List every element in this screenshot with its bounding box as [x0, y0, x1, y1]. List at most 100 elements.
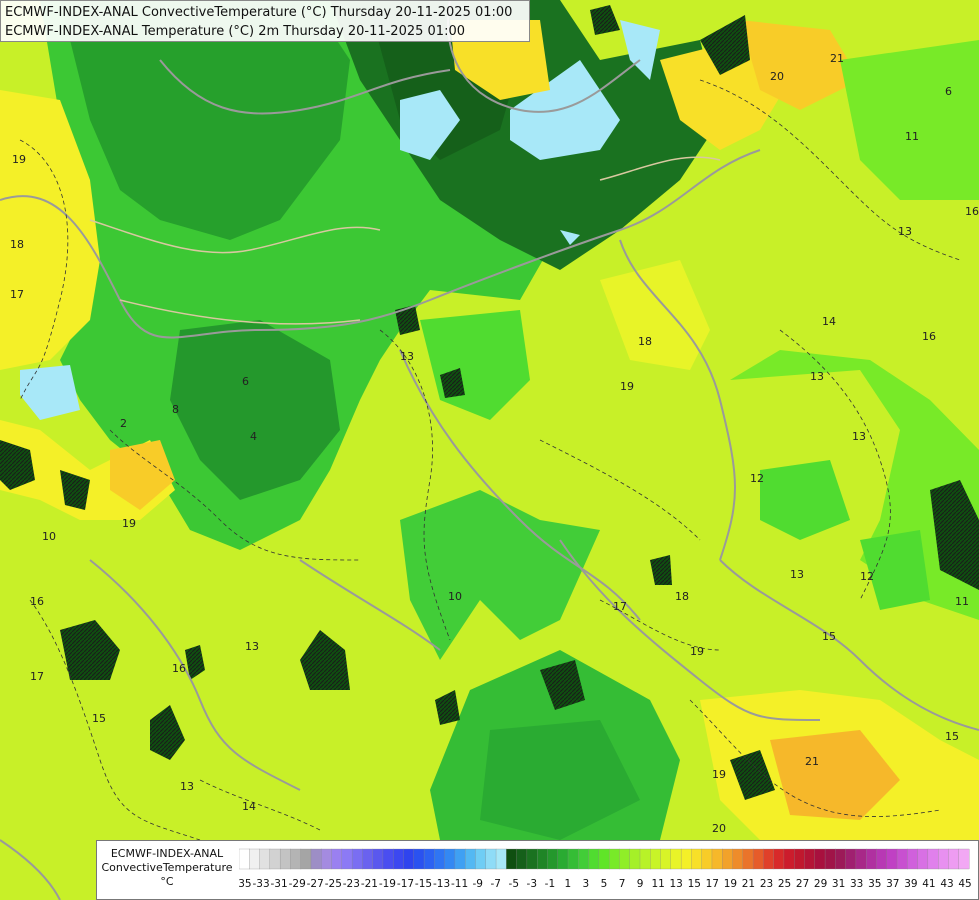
legend-swatch — [639, 848, 651, 870]
legend-model: ECMWF-INDEX-ANAL — [110, 847, 224, 860]
isotherm-label: 11 — [905, 130, 919, 143]
legend-swatch — [310, 848, 322, 870]
isotherm-label: 16 — [922, 330, 936, 343]
legend-swatch — [650, 848, 661, 870]
isotherm-label: 10 — [448, 590, 462, 603]
legend-swatch — [588, 848, 600, 870]
legend-swatch — [403, 848, 415, 870]
legend-swatch — [742, 848, 754, 870]
legend-tick-label: 17 — [706, 878, 719, 890]
legend-tick-label: -35 — [239, 878, 252, 890]
legend-swatch — [619, 848, 631, 870]
legend-tick-label: 11 — [652, 878, 665, 890]
legend-swatch — [711, 848, 723, 870]
legend-swatch — [732, 848, 744, 870]
legend-swatch — [516, 848, 528, 870]
legend-swatch — [444, 848, 456, 870]
legend-swatch — [866, 848, 877, 870]
isotherm-label: 12 — [750, 472, 764, 485]
legend-swatch — [465, 848, 476, 870]
legend-swatch — [485, 848, 497, 870]
legend-swatch — [722, 848, 733, 870]
map-title-box: ECMWF-INDEX-ANAL ConvectiveTemperature (… — [0, 0, 530, 42]
legend-swatch — [341, 848, 353, 870]
weather-map[interactable]: 19 18 17 2 8 6 4 13 19 10 16 17 15 13 14 16 13 20 21 6 11 16 1… — [0, 0, 979, 900]
legend-tick-label: 29 — [814, 878, 827, 890]
legend-tick-label: 9 — [637, 878, 644, 890]
isotherm-label: 15 — [92, 712, 106, 725]
legend-swatch — [927, 848, 939, 870]
isotherm-label: 18 — [638, 335, 652, 348]
legend-tick-label: -1 — [545, 878, 555, 890]
legend-swatch — [239, 848, 250, 870]
isotherm-label: 11 — [955, 595, 969, 608]
legend-swatch — [321, 848, 332, 870]
legend-swatch — [629, 848, 641, 870]
legend-swatch — [876, 848, 888, 870]
legend-tick-label: 45 — [958, 878, 971, 890]
legend-tick-label: -5 — [509, 878, 519, 890]
legend-swatch — [362, 848, 374, 870]
legend-tick-label: -3 — [527, 878, 537, 890]
legend-tick-label: -7 — [490, 878, 500, 890]
legend-swatch — [423, 848, 435, 870]
legend-tick-label: 33 — [850, 878, 863, 890]
isotherm-label: 20 — [712, 822, 726, 835]
legend-tick-label: 5 — [601, 878, 608, 890]
legend-swatch — [567, 848, 579, 870]
legend-swatch — [670, 848, 682, 870]
legend-swatch — [958, 848, 970, 870]
legend-swatch — [454, 848, 466, 870]
legend-tick-label: -27 — [307, 878, 324, 890]
legend-swatch — [372, 848, 384, 870]
isotherm-label: 17 — [613, 600, 627, 613]
legend-swatch — [752, 848, 764, 870]
legend-swatch — [886, 848, 898, 870]
isotherm-label: 18 — [10, 238, 24, 251]
isotherm-label: 10 — [42, 530, 56, 543]
legend-tick-label: -13 — [433, 878, 450, 890]
legend-tick-label: 41 — [922, 878, 935, 890]
legend-tick-label: 21 — [742, 878, 755, 890]
isotherm-label: 18 — [675, 590, 689, 603]
isotherm-label: 19 — [712, 768, 726, 781]
legend-swatch — [351, 848, 363, 870]
legend-tick-label: 19 — [724, 878, 737, 890]
legend-swatch — [763, 848, 775, 870]
legend-swatch — [794, 848, 805, 870]
legend-swatch — [413, 848, 425, 870]
isotherm-label: 6 — [945, 85, 952, 98]
legend-swatch — [824, 848, 836, 870]
isotherm-label: 14 — [242, 800, 256, 813]
legend-tick-label: -29 — [289, 878, 306, 890]
legend-swatch — [804, 848, 816, 870]
legend-swatch — [506, 848, 518, 870]
legend-tick-label: 1 — [565, 878, 572, 890]
legend-swatch — [578, 848, 590, 870]
legend-tick-label: -11 — [451, 878, 468, 890]
legend-tick-label: 37 — [886, 878, 899, 890]
isotherm-label: 6 — [242, 375, 249, 388]
legend-tick-label: 27 — [796, 878, 809, 890]
legend-swatch — [382, 848, 394, 870]
legend-swatch — [547, 848, 559, 870]
legend-tick-label: -17 — [397, 878, 414, 890]
legend-tick-label: 39 — [904, 878, 917, 890]
legend-swatch — [701, 848, 713, 870]
isotherm-label: 17 — [30, 670, 44, 683]
legend-swatch — [608, 848, 620, 870]
legend-tick-label: 7 — [619, 878, 626, 890]
isotherm-label: 16 — [30, 595, 44, 608]
legend-swatch — [845, 848, 857, 870]
legend-tick-label: 13 — [670, 878, 683, 890]
isotherm-label: 16 — [172, 662, 186, 675]
legend-swatch — [917, 848, 929, 870]
legend-swatch — [269, 848, 281, 870]
isotherm-label: 20 — [770, 70, 784, 83]
map-canvas[interactable]: 1918172864131910161715131416132021611161… — [0, 0, 979, 900]
isotherm-label: 13 — [898, 225, 912, 238]
legend-swatch — [279, 848, 291, 870]
map-title-line-2: ECMWF-INDEX-ANAL Temperature (°C) 2m Thu… — [5, 24, 465, 39]
legend-label: ECMWF-INDEX-ANAL ConvectiveTemperature °… — [97, 847, 237, 889]
isotherm-label: 13 — [810, 370, 824, 383]
